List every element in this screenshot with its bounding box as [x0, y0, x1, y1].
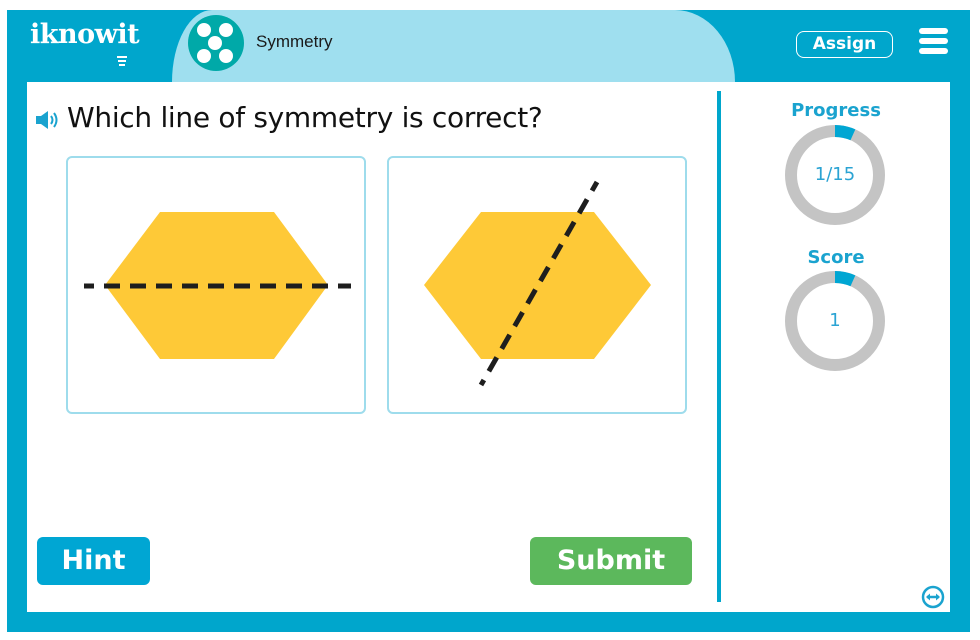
- hexagon-shape: [424, 212, 651, 359]
- question-text: Which line of symmetry is correct?: [67, 101, 543, 134]
- score-label: Score: [807, 247, 865, 268]
- lightbulb-icon: [117, 56, 127, 66]
- speaker-icon[interactable]: [36, 110, 62, 130]
- topic-title: Symmetry: [256, 32, 333, 51]
- expand-horizontal-icon[interactable]: [921, 585, 945, 609]
- score-value: 1: [829, 310, 841, 331]
- progress-value: 1/15: [814, 164, 856, 185]
- iknowit-logo: iknowit: [30, 19, 140, 50]
- diagonal-symmetry-figure: [424, 180, 651, 387]
- progress-label: Progress: [791, 100, 881, 121]
- hint-button[interactable]: Hint: [37, 537, 150, 585]
- horizontal-symmetry-figure: [84, 212, 351, 359]
- hamburger-menu-icon[interactable]: [919, 28, 948, 55]
- choice-card-diagonal[interactable]: [387, 156, 687, 414]
- sidebar-divider: [717, 91, 721, 602]
- assign-button[interactable]: Assign: [796, 31, 893, 58]
- five-dots-icon: [188, 15, 244, 71]
- submit-button[interactable]: Submit: [530, 537, 692, 585]
- choice-card-horizontal[interactable]: [66, 156, 366, 414]
